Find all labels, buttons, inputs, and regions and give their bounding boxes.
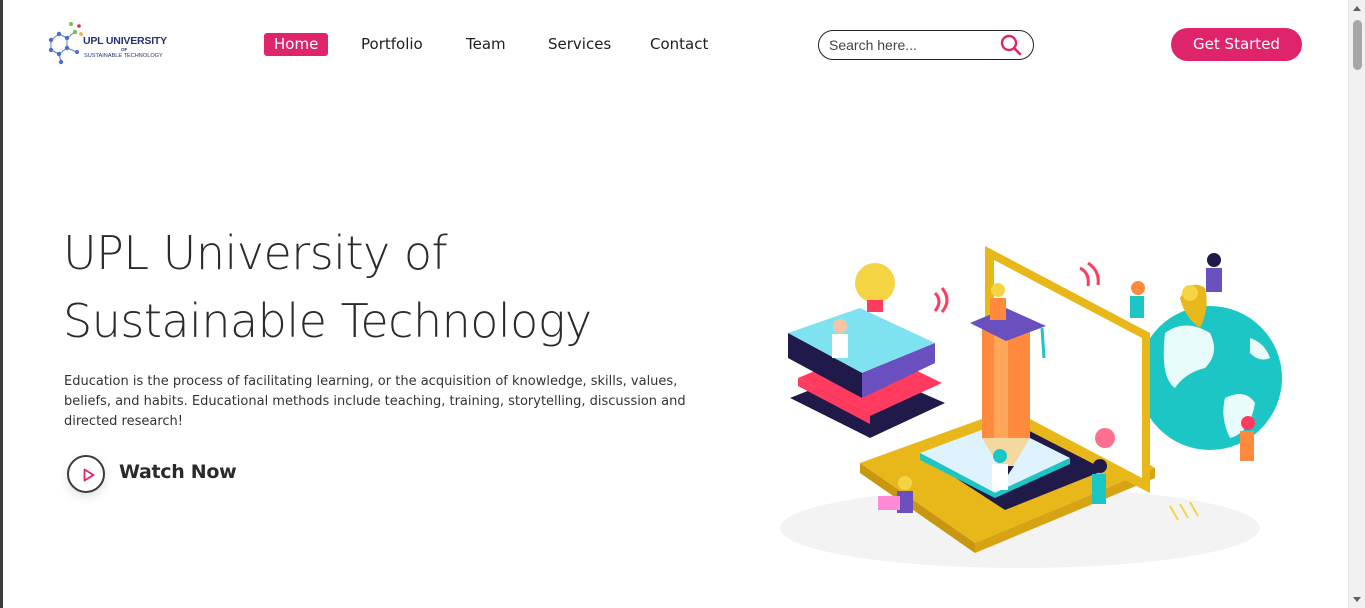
watch-now-label: Watch Now	[119, 461, 237, 483]
nav-contact[interactable]: Contact	[650, 33, 708, 56]
scroll-up-icon[interactable]	[1353, 6, 1361, 11]
hero-description-line: beliefs, and habits. Educational methods…	[64, 394, 686, 409]
play-button[interactable]	[67, 455, 105, 493]
nav-team[interactable]: Team	[466, 33, 506, 56]
window-edge	[0, 0, 3, 608]
logo-subtitle: SUSTAINABLE TECHNOLOGY	[84, 53, 163, 59]
logo-of: OF	[121, 47, 128, 52]
hero-description: Education is the process of facilitating…	[64, 372, 686, 432]
books-illustration	[788, 308, 945, 443]
hero-title-line: UPL University of	[63, 226, 448, 280]
logo-title: UPL UNIVERSITY	[83, 35, 167, 47]
scroll-thumb[interactable]	[1353, 20, 1362, 70]
nav-portfolio[interactable]: Portfolio	[361, 33, 423, 56]
hero-title: UPL University of Sustainable Technology	[63, 219, 703, 355]
nav-home[interactable]: Home	[264, 33, 329, 56]
play-icon	[83, 468, 95, 482]
hero-title-line: Sustainable Technology	[63, 294, 592, 348]
page-scrollbar[interactable]	[1348, 0, 1365, 608]
logo-molecule-icon	[48, 22, 83, 65]
education-illustration	[780, 246, 1282, 568]
scroll-down-icon[interactable]	[1353, 597, 1361, 602]
get-started-button[interactable]: Get Started	[1171, 28, 1302, 61]
logo[interactable]: UPL UNIVERSITY OF SUSTAINABLE TECHNOLOGY	[45, 18, 175, 66]
search-box	[818, 30, 1034, 60]
hero-description-line: directed research!	[64, 414, 183, 429]
search-icon[interactable]	[999, 34, 1023, 56]
globe-illustration	[1138, 284, 1282, 450]
nav-services[interactable]: Services	[548, 33, 611, 56]
search-input[interactable]	[829, 35, 994, 55]
hero-description-line: Education is the process of facilitating…	[64, 374, 678, 389]
